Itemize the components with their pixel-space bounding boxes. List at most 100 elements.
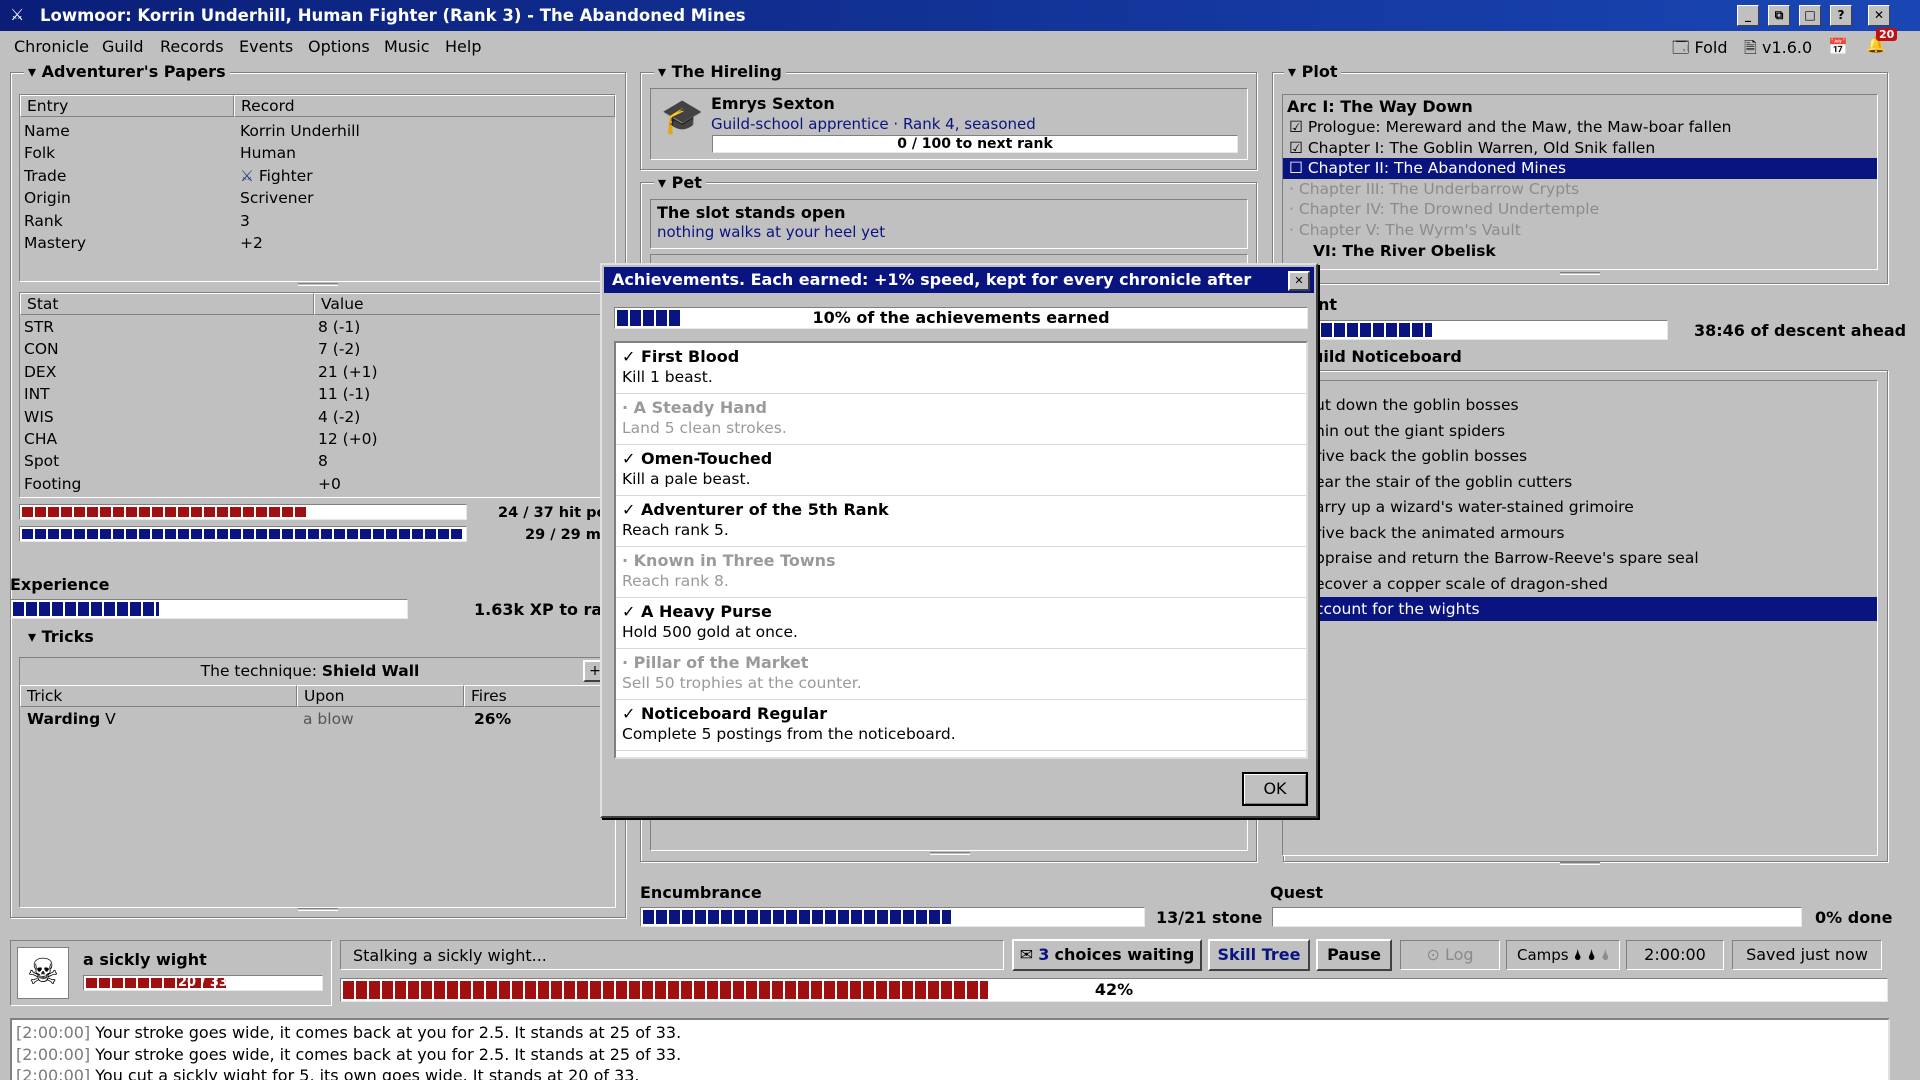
tricks-header-trick[interactable]: Trick <box>20 685 297 707</box>
menu-chronicle[interactable]: Chronicle <box>14 37 89 56</box>
plot-item[interactable]: · Chapter IV: The Drowned Undertemple <box>1283 199 1877 220</box>
plot-item[interactable]: VI: The River Obelisk <box>1283 241 1877 262</box>
plot-list[interactable]: Arc I: The Way Down ☑ Prologue: Mereward… <box>1282 94 1878 270</box>
plot-item[interactable]: · Chapter V: The Wyrm's Vault <box>1283 220 1877 241</box>
progress-fill <box>22 507 308 517</box>
log-button[interactable]: ⊙ Log <box>1400 940 1500 970</box>
noticeboard-item[interactable]: ut down the goblin bosses <box>1283 393 1877 417</box>
hireling-desc: Guild-school apprentice · Rank 4, season… <box>711 115 1036 133</box>
achievement-item[interactable]: · Pillar of the Market Sell 50 trophies a… <box>616 649 1306 700</box>
plot-splitter[interactable] <box>1560 272 1600 275</box>
restore-button[interactable]: ⧉ <box>1768 5 1790 26</box>
encumbrance-bar <box>640 907 1145 927</box>
plot-item[interactable]: ☑ Chapter I: The Goblin Warren, Old Snik… <box>1283 138 1877 159</box>
pet-card[interactable]: The slot stands open nothing walks at yo… <box>650 199 1248 249</box>
plot-item[interactable]: · Chapter III: The Underbarrow Crypts <box>1283 179 1877 200</box>
achievements-progress-text: 10% of the achievements earned <box>812 308 1110 327</box>
close-button[interactable]: ✕ <box>1868 5 1890 26</box>
experience-text: 1.63k XP to ran <box>474 600 602 619</box>
fold-button[interactable]: 🗔 Fold <box>1672 37 1727 64</box>
pet-splitter[interactable] <box>930 852 970 855</box>
menu-help[interactable]: Help <box>445 37 481 56</box>
technique-label: The technique: Shield Wall <box>200 662 420 680</box>
stats-header-stat[interactable]: Stat <box>20 293 314 315</box>
achievement-name: ✓ Noticeboard Regular <box>622 704 828 723</box>
stats-header-value[interactable]: Value <box>314 293 615 315</box>
achievement-item[interactable]: ✓ A Heavy Purse Hold 500 gold at once. <box>616 598 1306 649</box>
achievement-item[interactable]: ✓ Noticeboard Regular Complete 5 postings… <box>616 700 1306 751</box>
achievements-dialog: Achievements. Each earned: +1% speed, ke… <box>600 263 1318 818</box>
stat-name-footing: Footing <box>24 474 82 493</box>
papers-value-rank: 3 <box>240 210 250 232</box>
trick-row[interactable]: Warding V <box>27 708 116 730</box>
hireling-card[interactable]: 🎓 Emrys Sexton Guild-school apprentice ·… <box>650 88 1248 160</box>
menu-events[interactable]: Events <box>239 37 293 56</box>
enemy-card[interactable]: ☠ a sickly wight 20 / 33 <box>10 940 332 1006</box>
achievement-name: ✓ Omen-Touched <box>622 449 773 468</box>
bullet-icon: · <box>1289 179 1294 198</box>
menu-guild[interactable]: Guild <box>102 37 144 56</box>
mana-bar <box>19 526 467 542</box>
stat-value-dex: 21 (+1) <box>318 362 378 381</box>
save-status: Saved just now <box>1732 940 1882 970</box>
noticeboard-item[interactable]: hin out the giant spiders <box>1283 419 1877 443</box>
tricks-splitter[interactable] <box>298 908 338 911</box>
skill-tree-button[interactable]: Skill Tree <box>1208 939 1310 971</box>
maximize-button[interactable]: □ <box>1799 5 1821 26</box>
calendar-icon[interactable]: 📅 <box>1828 37 1848 56</box>
papers-entry-trade: Trade <box>24 166 67 185</box>
menu-options[interactable]: Options <box>308 37 370 56</box>
plot-item[interactable]: ☐ Chapter II: The Abandoned Mines <box>1283 158 1877 180</box>
choices-button[interactable]: ✉ 3 choices waiting <box>1012 939 1202 971</box>
flame-icon: 🌢 <box>1573 946 1583 964</box>
achievement-item[interactable]: · A Steady Hand Land 5 clean strokes. <box>616 394 1306 445</box>
achievement-item[interactable]: · Known in Three Towns Reach rank 8. <box>616 547 1306 598</box>
noticeboard-list[interactable]: ut down the goblin bosses hin out the gia… <box>1282 380 1878 856</box>
achievement-item[interactable]: ✓ Adventurer of the 5th Rank Reach rank 5… <box>616 496 1306 547</box>
achievement-desc: Kill a pale beast. <box>622 470 751 488</box>
enemy-hp-text: 20 / 33 <box>178 975 228 990</box>
tricks-table[interactable]: The technique: Shield Wall + Trick Upon … <box>19 657 616 908</box>
tricks-title: ▾ Tricks <box>24 627 98 646</box>
help-button[interactable]: ? <box>1830 5 1852 26</box>
menu-records[interactable]: Records <box>160 37 224 56</box>
papers-header-record[interactable]: Record <box>234 95 615 117</box>
papers-header-entry[interactable]: Entry <box>20 95 234 117</box>
stats-table[interactable]: Stat Value STR 8 (-1) CON 7 (-2) DEX 21 (+1) I… <box>19 292 616 498</box>
log-message: Your stroke goes wide, it comes back at … <box>95 1044 682 1064</box>
ok-button[interactable]: OK <box>1242 772 1308 806</box>
document-icon: 🗎 <box>1744 38 1757 57</box>
tricks-header-upon[interactable]: Upon <box>297 685 464 707</box>
achievement-item[interactable]: ✓ Omen-Touched Kill a pale beast. <box>616 445 1306 496</box>
noticeboard-splitter[interactable] <box>1560 862 1600 865</box>
papers-splitter[interactable] <box>298 283 338 286</box>
checkmark-icon: ✓ <box>622 704 636 723</box>
papers-entry-mastery: Mastery <box>24 234 87 252</box>
papers-entry-rank: Rank <box>24 211 63 230</box>
papers-value-origin: Scrivener <box>240 187 313 209</box>
achievements-list[interactable]: ✓ First Blood Kill 1 beast. · A Steady Han… <box>614 341 1308 759</box>
noticeboard-item[interactable]: rive back the goblin bosses <box>1283 444 1877 468</box>
envelope-icon: ✉ <box>1019 945 1034 964</box>
minimize-button[interactable]: _ <box>1737 5 1759 26</box>
noticeboard-item[interactable]: ppraise and return the Barrow-Reeve's sp… <box>1283 546 1877 570</box>
pet-desc: nothing walks at your heel yet <box>657 223 886 241</box>
version-label[interactable]: 🗎 v1.6.0 <box>1744 37 1812 64</box>
noticeboard-item[interactable]: ecover a copper scale of dragon-shed <box>1283 572 1877 596</box>
tricks-header-fires[interactable]: Fires <box>464 685 615 707</box>
stat-name-str: STR <box>24 318 55 336</box>
achievement-desc: Complete 5 postings from the noticeboard… <box>622 725 956 743</box>
noticeboard-item[interactable]: ccount for the wights <box>1283 597 1877 621</box>
pause-button[interactable]: Pause <box>1316 939 1392 971</box>
camps-indicator: Camps 🌢 🌢 🌢 <box>1506 940 1620 970</box>
adventurers-papers-title: ▾ Adventurer's Papers <box>24 62 230 81</box>
noticeboard-item[interactable]: ear the stair of the goblin cutters <box>1283 470 1877 494</box>
dialog-close-button[interactable]: ✕ <box>1288 271 1310 291</box>
noticeboard-item[interactable]: arry up a wizard's water-stained grimoir… <box>1283 495 1877 519</box>
menu-music[interactable]: Music <box>384 37 430 56</box>
papers-table[interactable]: Entry Record Name Korrin Underhill Folk Hum… <box>19 94 616 282</box>
noticeboard-item[interactable]: rive back the animated armours <box>1283 521 1877 545</box>
combat-log[interactable]: [2:00:00] Your stroke goes wide, it come… <box>10 1018 1890 1080</box>
plot-item[interactable]: ☑ Prologue: Mereward and the Maw, the Ma… <box>1283 117 1877 138</box>
achievement-item[interactable]: ✓ First Blood Kill 1 beast. <box>616 343 1306 394</box>
